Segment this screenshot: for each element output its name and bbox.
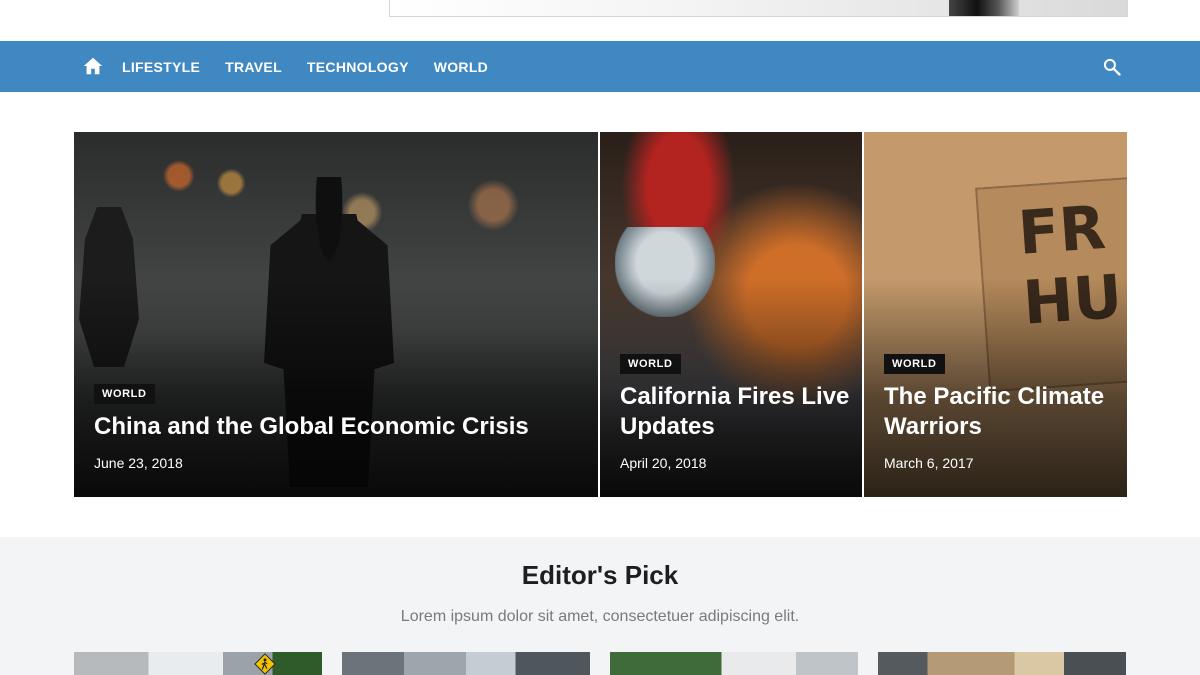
banner-figure xyxy=(949,0,1019,16)
nav-link-lifestyle[interactable]: LIFESTYLE xyxy=(122,59,200,75)
editors-pick-thumbnail[interactable] xyxy=(342,652,590,675)
section-title: Editor's Pick xyxy=(521,560,679,590)
editors-pick-thumbnail[interactable] xyxy=(878,652,1126,675)
card-date: March 6, 2017 xyxy=(884,455,974,471)
top-banner-image[interactable] xyxy=(389,0,1128,17)
nav-link-world[interactable]: WORLD xyxy=(434,59,488,75)
nav-link-technology[interactable]: TECHNOLOGY xyxy=(307,59,409,75)
sign-text-line: FR xyxy=(1015,192,1108,269)
featured-card-pacific-climate[interactable]: FR HU WORLD The Pacific Climate Warriors… xyxy=(864,132,1127,497)
nav-links: LIFESTYLE TRAVEL TECHNOLOGY WORLD xyxy=(122,41,513,92)
category-badge[interactable]: WORLD xyxy=(620,354,681,374)
section-subtitle: Lorem ipsum dolor sit amet, consectetuer… xyxy=(400,608,800,625)
editors-pick-thumbnail[interactable] xyxy=(610,652,858,675)
featured-card-california-fires[interactable]: WORLD California Fires Live Updates Apri… xyxy=(600,132,862,497)
home-icon[interactable] xyxy=(82,55,104,77)
card-title[interactable]: The Pacific Climate Warriors xyxy=(884,382,1114,442)
search-icon[interactable] xyxy=(1102,57,1122,77)
card-title[interactable]: California Fires Live Updates xyxy=(620,382,850,442)
nav-link-travel[interactable]: TRAVEL xyxy=(225,59,282,75)
card-date: April 20, 2018 xyxy=(620,455,707,471)
editors-pick-section: Editor's Pick Lorem ipsum dolor sit amet… xyxy=(0,537,1200,675)
featured-card-china[interactable]: WORLD China and the Global Economic Cris… xyxy=(74,132,598,497)
card-date: June 23, 2018 xyxy=(94,455,183,471)
card-title[interactable]: China and the Global Economic Crisis xyxy=(94,412,584,442)
pedestrian-sign-icon xyxy=(254,653,276,675)
category-badge[interactable]: WORLD xyxy=(884,354,945,374)
editors-pick-thumbnail[interactable] xyxy=(74,652,322,675)
main-nav: LIFESTYLE TRAVEL TECHNOLOGY WORLD xyxy=(0,41,1200,92)
category-badge[interactable]: WORLD xyxy=(94,384,155,404)
